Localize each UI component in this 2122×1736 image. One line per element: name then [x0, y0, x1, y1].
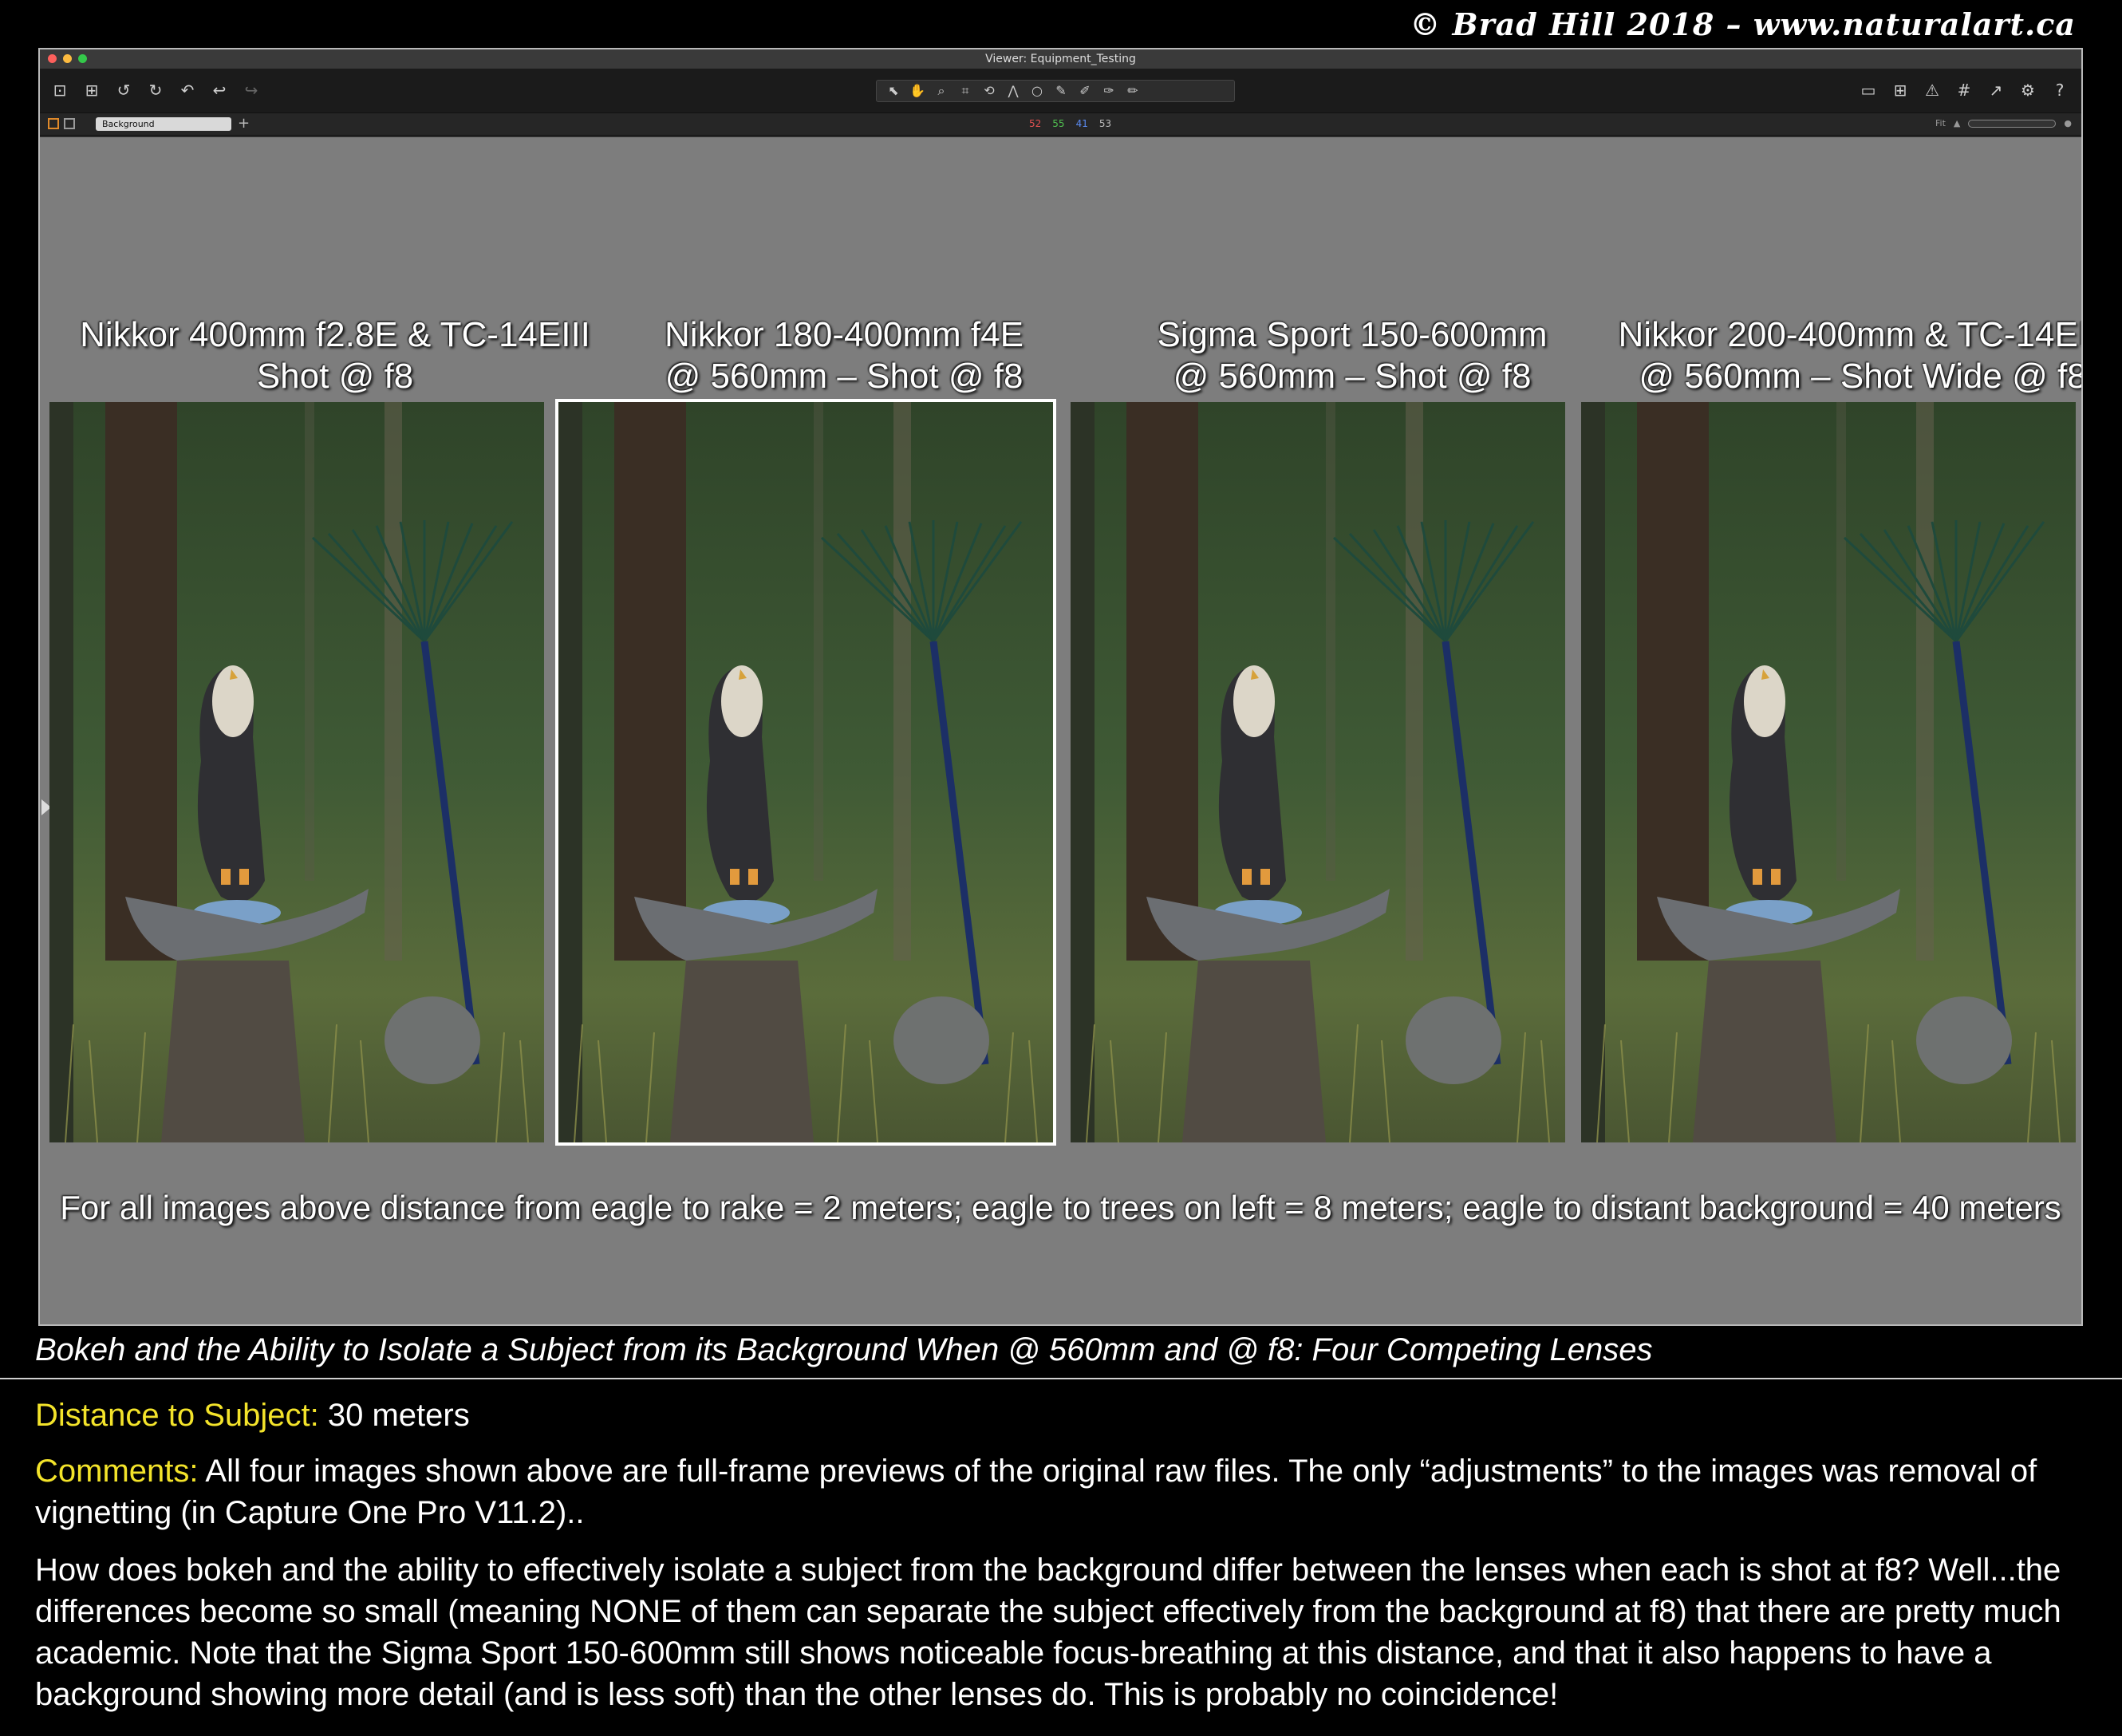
copyright-notice: © Brad Hill 2018 – www.naturalart.ca — [1410, 6, 2076, 42]
lens-title-1-line1: Nikkor 400mm f2.8E & TC-14EIII — [80, 315, 590, 354]
reset-icon[interactable]: ↶ — [177, 80, 198, 101]
copy-adjustments-icon[interactable]: ↗ — [1986, 80, 2006, 101]
picker-tool-icon[interactable]: ✑ — [1100, 81, 1118, 101]
grid-overlay-icon[interactable]: # — [1954, 80, 1974, 101]
proof-icon[interactable]: ▲ — [1954, 118, 1960, 128]
main-toolbar: ⊡ ⊞ ↺ ↻ ↶ ↩ ↪ ⬉ ✋ ⌕ ⌗ ⟲ ⋀ ○ ✎ ✐ ✑ ✏ ▭ ⊞ … — [40, 69, 2081, 113]
import-icon[interactable]: ⊡ — [49, 80, 70, 101]
grid-layout-icon[interactable]: ⊞ — [1890, 80, 1911, 101]
photo-thumbnail-3[interactable] — [1071, 402, 1565, 1142]
red-value: 52 — [1029, 118, 1042, 129]
zoom-fit-label[interactable]: Fit — [1935, 118, 1946, 128]
keystone-tool-icon[interactable]: ⋀ — [1004, 81, 1022, 101]
export-icon[interactable]: ⊞ — [81, 80, 102, 101]
luminance-value: 53 — [1098, 118, 1112, 129]
distance-label: Distance to Subject: — [35, 1398, 319, 1433]
toolbar-left-group: ⊡ ⊞ ↺ ↻ ↶ ↩ ↪ — [49, 80, 262, 101]
lens-title-2-line1: Nikkor 180-400mm f4E — [665, 315, 1024, 354]
lens-title-1-line2: Shot @ f8 — [256, 357, 414, 396]
styles-select[interactable]: Background — [96, 117, 231, 131]
undo-icon[interactable]: ↩ — [209, 80, 230, 101]
close-window-button[interactable] — [48, 54, 57, 63]
help-icon[interactable]: ? — [2049, 80, 2070, 101]
annotation-tool-icon[interactable]: ✏ — [1124, 81, 1142, 101]
select-tool-icon[interactable]: ⬉ — [885, 81, 902, 101]
zoom-window-button[interactable] — [78, 54, 87, 63]
brush-tool-icon[interactable]: ✎ — [1052, 81, 1070, 101]
crop-tool-icon[interactable]: ⌗ — [956, 81, 974, 101]
capture-one-window: Viewer: Equipment_Testing ⊡ ⊞ ↺ ↻ ↶ ↩ ↪ … — [38, 48, 2083, 1326]
rotate-right-icon[interactable]: ↻ — [145, 80, 166, 101]
settings-icon[interactable]: ⚙ — [2017, 80, 2038, 101]
exposure-warning-icon[interactable]: ⚠ — [1922, 80, 1943, 101]
figure-caption: Bokeh and the Ability to Isolate a Subje… — [35, 1332, 1653, 1367]
distance-paragraph: Distance to Subject: 30 meters — [35, 1395, 2061, 1436]
single-view-icon[interactable] — [64, 118, 75, 129]
photo-thumbnail-4[interactable] — [1581, 402, 2076, 1142]
lens-title-3: Sigma Sport 150-600mm @ 560mm – Shot @ f… — [1097, 314, 1607, 397]
zoom-controls: Fit ▲ ● — [1935, 118, 2072, 128]
multi-view-icon[interactable] — [48, 118, 59, 129]
blue-value: 41 — [1075, 118, 1088, 129]
pan-tool-icon[interactable]: ✋ — [909, 81, 926, 101]
comments-text: All four images shown above are full-fra… — [35, 1454, 2037, 1530]
zoom-slider[interactable] — [1968, 119, 2057, 128]
distance-note: For all images above distance from eagle… — [60, 1189, 2061, 1226]
comments-paragraph: Comments: All four images shown above ar… — [35, 1450, 2061, 1533]
cursor-tools-strip: ⬉ ✋ ⌕ ⌗ ⟲ ⋀ ○ ✎ ✐ ✑ ✏ — [876, 80, 1235, 102]
distance-value: 30 meters — [318, 1398, 470, 1433]
window-title: Viewer: Equipment_Testing — [985, 53, 1136, 65]
lens-title-4-line2: @ 560mm – Shot Wide @ f8 — [1639, 357, 2083, 396]
redo-icon[interactable]: ↪ — [241, 80, 262, 101]
lens-title-1: Nikkor 400mm f2.8E & TC-14EIII Shot @ f8 — [80, 314, 590, 397]
lens-title-3-line1: Sigma Sport 150-600mm — [1157, 315, 1548, 354]
spot-removal-icon[interactable]: ○ — [1028, 81, 1046, 101]
image-viewer: Nikkor 400mm f2.8E & TC-14EIII Shot @ f8… — [40, 137, 2083, 1324]
photo-thumbnail-2[interactable] — [555, 399, 1056, 1146]
eraser-tool-icon[interactable]: ✐ — [1076, 81, 1094, 101]
user-icon[interactable]: ● — [2064, 118, 2072, 128]
window-controls — [48, 54, 87, 63]
window-titlebar: Viewer: Equipment_Testing — [40, 49, 2081, 69]
minimize-window-button[interactable] — [63, 54, 72, 63]
rotate-left-icon[interactable]: ↺ — [113, 80, 134, 101]
green-value: 55 — [1052, 118, 1065, 129]
rotate-tool-icon[interactable]: ⟲ — [980, 81, 998, 101]
lens-title-4: Nikkor 200-400mm & TC-14EIII @ 560mm – S… — [1607, 314, 2083, 397]
rgb-readout: 52 55 41 53 — [1029, 118, 1111, 129]
viewer-layout-icon[interactable]: ▭ — [1858, 80, 1879, 101]
lens-title-2: Nikkor 180-400mm f4E @ 560mm – Shot @ f8 — [589, 314, 1099, 397]
toolbar-right-group: ▭ ⊞ ⚠ # ↗ ⚙ ? — [1858, 80, 2070, 101]
lens-title-3-line2: @ 560mm – Shot @ f8 — [1173, 357, 1532, 396]
view-mode-icons — [48, 118, 75, 129]
viewer-subbar: Background + 52 55 41 53 Fit ▲ ● — [40, 113, 2081, 136]
body-paragraph: How does bokeh and the ability to effect… — [35, 1553, 2061, 1712]
add-style-icon[interactable]: + — [238, 115, 250, 132]
divider-line — [0, 1378, 2122, 1379]
loupe-tool-icon[interactable]: ⌕ — [933, 81, 950, 101]
lens-title-4-line1: Nikkor 200-400mm & TC-14EIII — [1618, 315, 2083, 354]
lens-title-2-line2: @ 560mm – Shot @ f8 — [665, 357, 1024, 396]
photo-thumbnail-1[interactable] — [49, 402, 544, 1142]
comments-label: Comments: — [35, 1454, 199, 1489]
